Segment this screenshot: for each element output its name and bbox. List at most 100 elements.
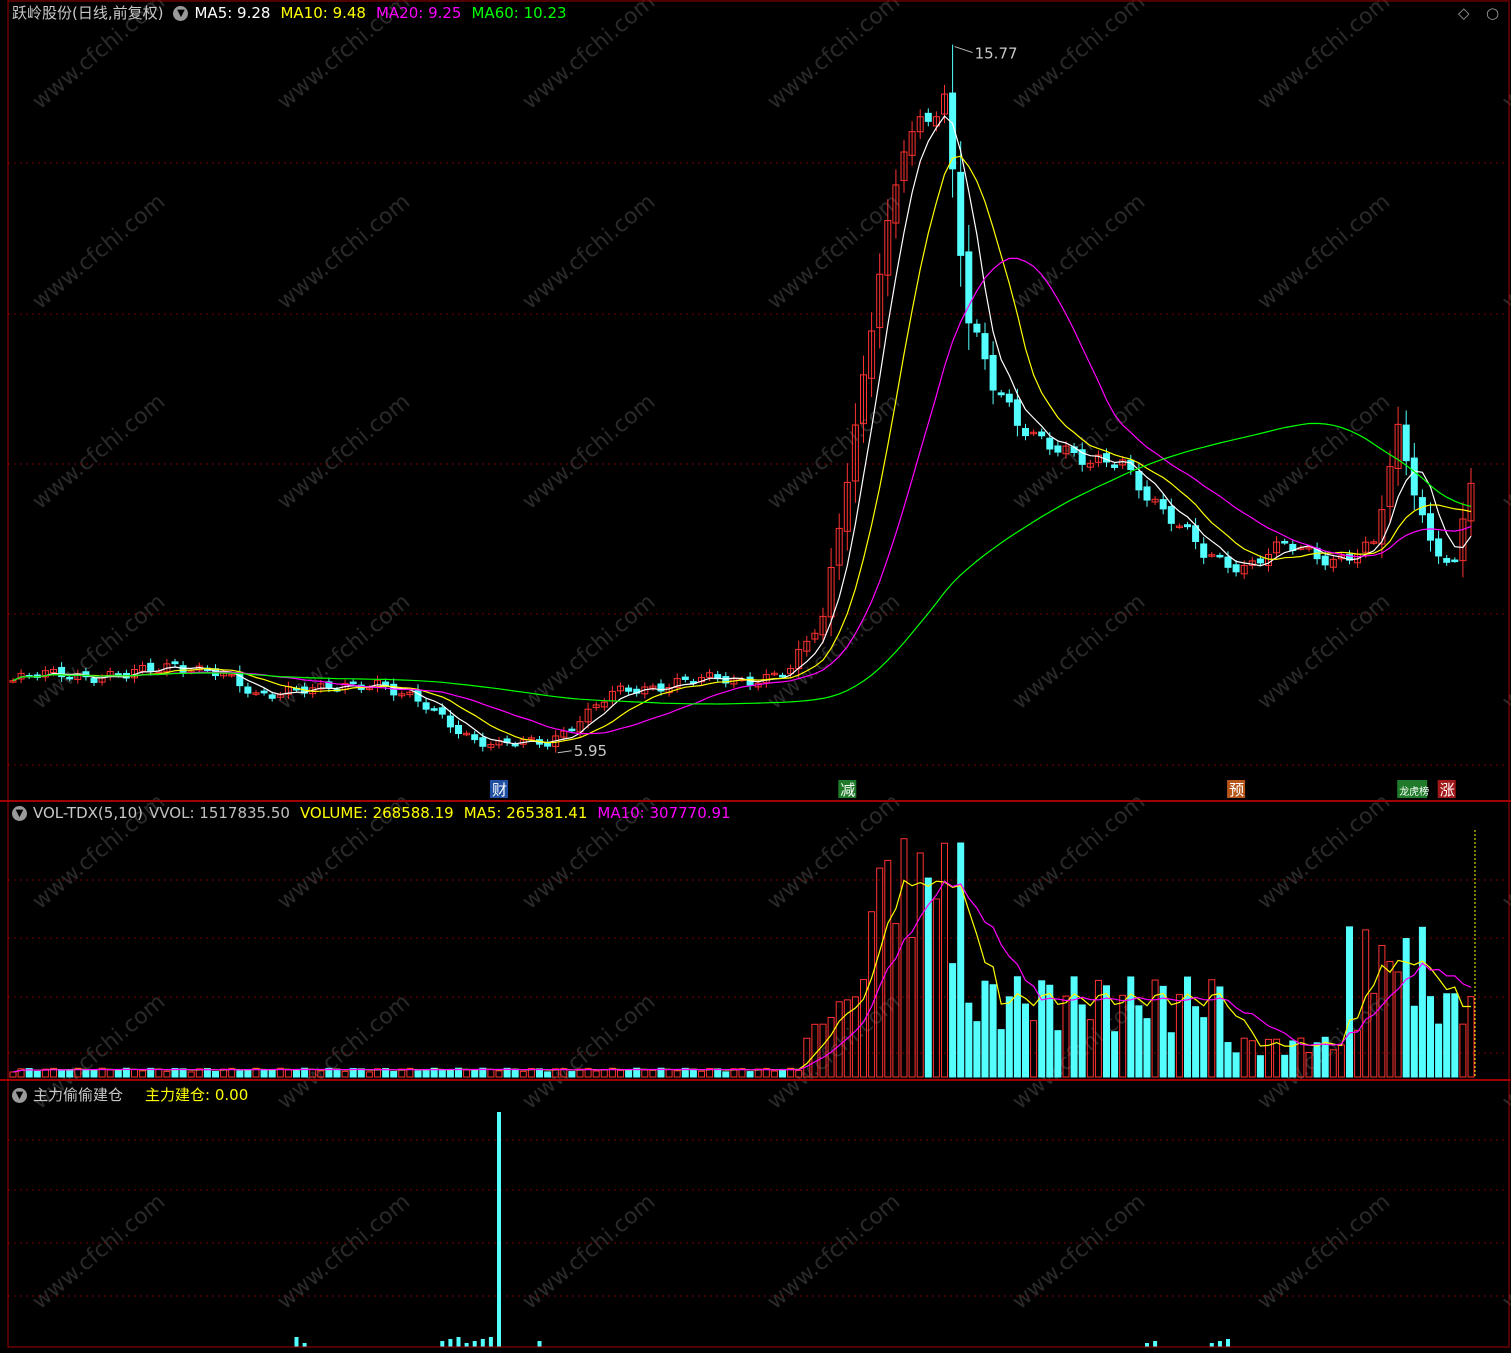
candle-body: [430, 708, 438, 711]
volume-bar: [1078, 1004, 1086, 1078]
signal-bar: [294, 1337, 299, 1347]
candle-body: [446, 715, 454, 728]
volume-bar: [1216, 986, 1224, 1078]
volume-bar: [1418, 926, 1426, 1078]
volume-bar: [1427, 996, 1434, 1078]
candle-body: [244, 686, 252, 694]
circle-icon[interactable]: ○: [1486, 4, 1499, 22]
volume-bar: [333, 1068, 341, 1078]
candle-body: [1135, 471, 1143, 491]
volume-bar: [260, 1069, 268, 1078]
signal-bar: [472, 1341, 477, 1347]
volume-bar: [722, 1071, 730, 1078]
candle-body: [1005, 393, 1013, 403]
volume-bar: [965, 1002, 973, 1078]
volume-bar: [1111, 1031, 1119, 1078]
volume-bar: [1451, 993, 1459, 1078]
candle-body: [90, 677, 98, 683]
candle-body: [1435, 538, 1443, 557]
volume-value-2: MA5: 265381.41: [463, 804, 588, 822]
signal-bar: [537, 1341, 542, 1347]
candle-body: [1143, 486, 1151, 501]
volume-bar: [625, 1069, 633, 1078]
volume-bar: [1103, 985, 1110, 1078]
volume-bar: [1013, 976, 1021, 1078]
candle-body: [471, 734, 479, 741]
volume-bar: [1281, 1054, 1289, 1078]
candle-body: [1184, 524, 1191, 528]
candle-body: [1224, 556, 1232, 568]
volume-bar: [1313, 1042, 1321, 1078]
candle-body: [1046, 437, 1054, 450]
candle-body: [1216, 554, 1224, 558]
volume-bar: [1435, 1023, 1443, 1078]
volume-bar: [268, 1069, 276, 1078]
candle-body: [1321, 555, 1329, 566]
volume-bar: [1005, 996, 1013, 1078]
candle-body: [422, 702, 430, 710]
signal-bar: [464, 1343, 469, 1347]
signal-bar: [302, 1343, 307, 1347]
volume-panel-header: ▼ VOL-TDX(5,10) VVOL: 1517835.50 VOLUME: 26…: [0, 800, 747, 826]
event-marker-text: 涨: [1440, 781, 1455, 799]
volume-bar: [1159, 985, 1167, 1078]
candle-body: [981, 333, 989, 360]
candle-body: [179, 665, 187, 674]
volume-bar: [1184, 976, 1191, 1078]
candle-body: [924, 112, 932, 122]
volume-indicator-name: VOL-TDX(5,10): [33, 804, 144, 822]
volume-bar: [746, 1071, 754, 1078]
ma-indicator-values: MA5: 9.28 MA10: 9.48 MA20: 9.25 MA60: 10.23: [194, 4, 576, 22]
volume-bar: [66, 1069, 74, 1078]
candle-body: [455, 724, 462, 735]
volume-bar: [997, 1029, 1005, 1078]
candle-body: [1054, 445, 1062, 453]
volume-bar: [1022, 1003, 1029, 1078]
candle-body: [1232, 564, 1240, 573]
volume-indicator-values: VVOL: 1517835.50 VOLUME: 268588.19 MA5: 26…: [149, 804, 741, 822]
volume-bar: [471, 1069, 479, 1078]
candle-body: [1256, 558, 1264, 564]
candle-body: [1013, 399, 1021, 426]
volume-bar: [90, 1069, 98, 1078]
event-marker-text: 龙虎榜: [1399, 785, 1429, 798]
volume-bar: [1200, 1017, 1208, 1078]
signal-bar: [1226, 1339, 1230, 1347]
signal-bar: [1145, 1343, 1149, 1347]
volume-bar: [422, 1068, 430, 1078]
candle-body: [1410, 457, 1418, 496]
volume-bar: [981, 980, 989, 1078]
diamond-icon[interactable]: ◇: [1458, 4, 1470, 22]
stock-chart-window[interactable]: www.cfchi.com www.cfchi.com www.cfchi.com w…: [0, 0, 1511, 1349]
volume-bar: [1346, 926, 1353, 1078]
chevron-down-icon[interactable]: ▼: [12, 806, 27, 821]
volume-value-1: VOLUME: 268588.19: [299, 804, 454, 822]
signal-bar: [497, 1112, 501, 1347]
volume-bar: [1054, 1030, 1062, 1078]
candlestick-chart[interactable]: www.cfchi.com www.cfchi.com www.cfchi.com w…: [0, 0, 1511, 1349]
volume-bar: [1135, 1005, 1143, 1078]
candle-body: [989, 354, 997, 391]
volume-value-0: VVOL: 1517835.50: [149, 804, 290, 822]
volume-bar: [114, 1069, 122, 1078]
event-marker-text: 减: [840, 781, 855, 799]
candle-body: [973, 323, 981, 333]
candle-body: [568, 728, 576, 732]
candle-body: [414, 689, 422, 702]
volume-value-3: MA10: 307770.91: [597, 804, 731, 822]
low-price-label: 5.95: [574, 742, 607, 760]
volume-bar: [58, 1070, 66, 1078]
candle-body: [965, 251, 973, 324]
signal-bar: [440, 1341, 445, 1347]
volume-bar: [957, 842, 965, 1078]
volume-bar: [1256, 1055, 1264, 1078]
volume-bar: [973, 1021, 981, 1078]
candle-body: [1451, 559, 1459, 563]
chevron-down-icon[interactable]: ▼: [12, 1088, 27, 1103]
chevron-down-icon[interactable]: ▼: [173, 6, 189, 21]
candle-body: [171, 661, 179, 665]
candle-body: [1281, 541, 1289, 544]
volume-bar: [1167, 1032, 1175, 1078]
event-marker-text: 预: [1229, 781, 1244, 799]
volume-bar: [82, 1069, 90, 1078]
